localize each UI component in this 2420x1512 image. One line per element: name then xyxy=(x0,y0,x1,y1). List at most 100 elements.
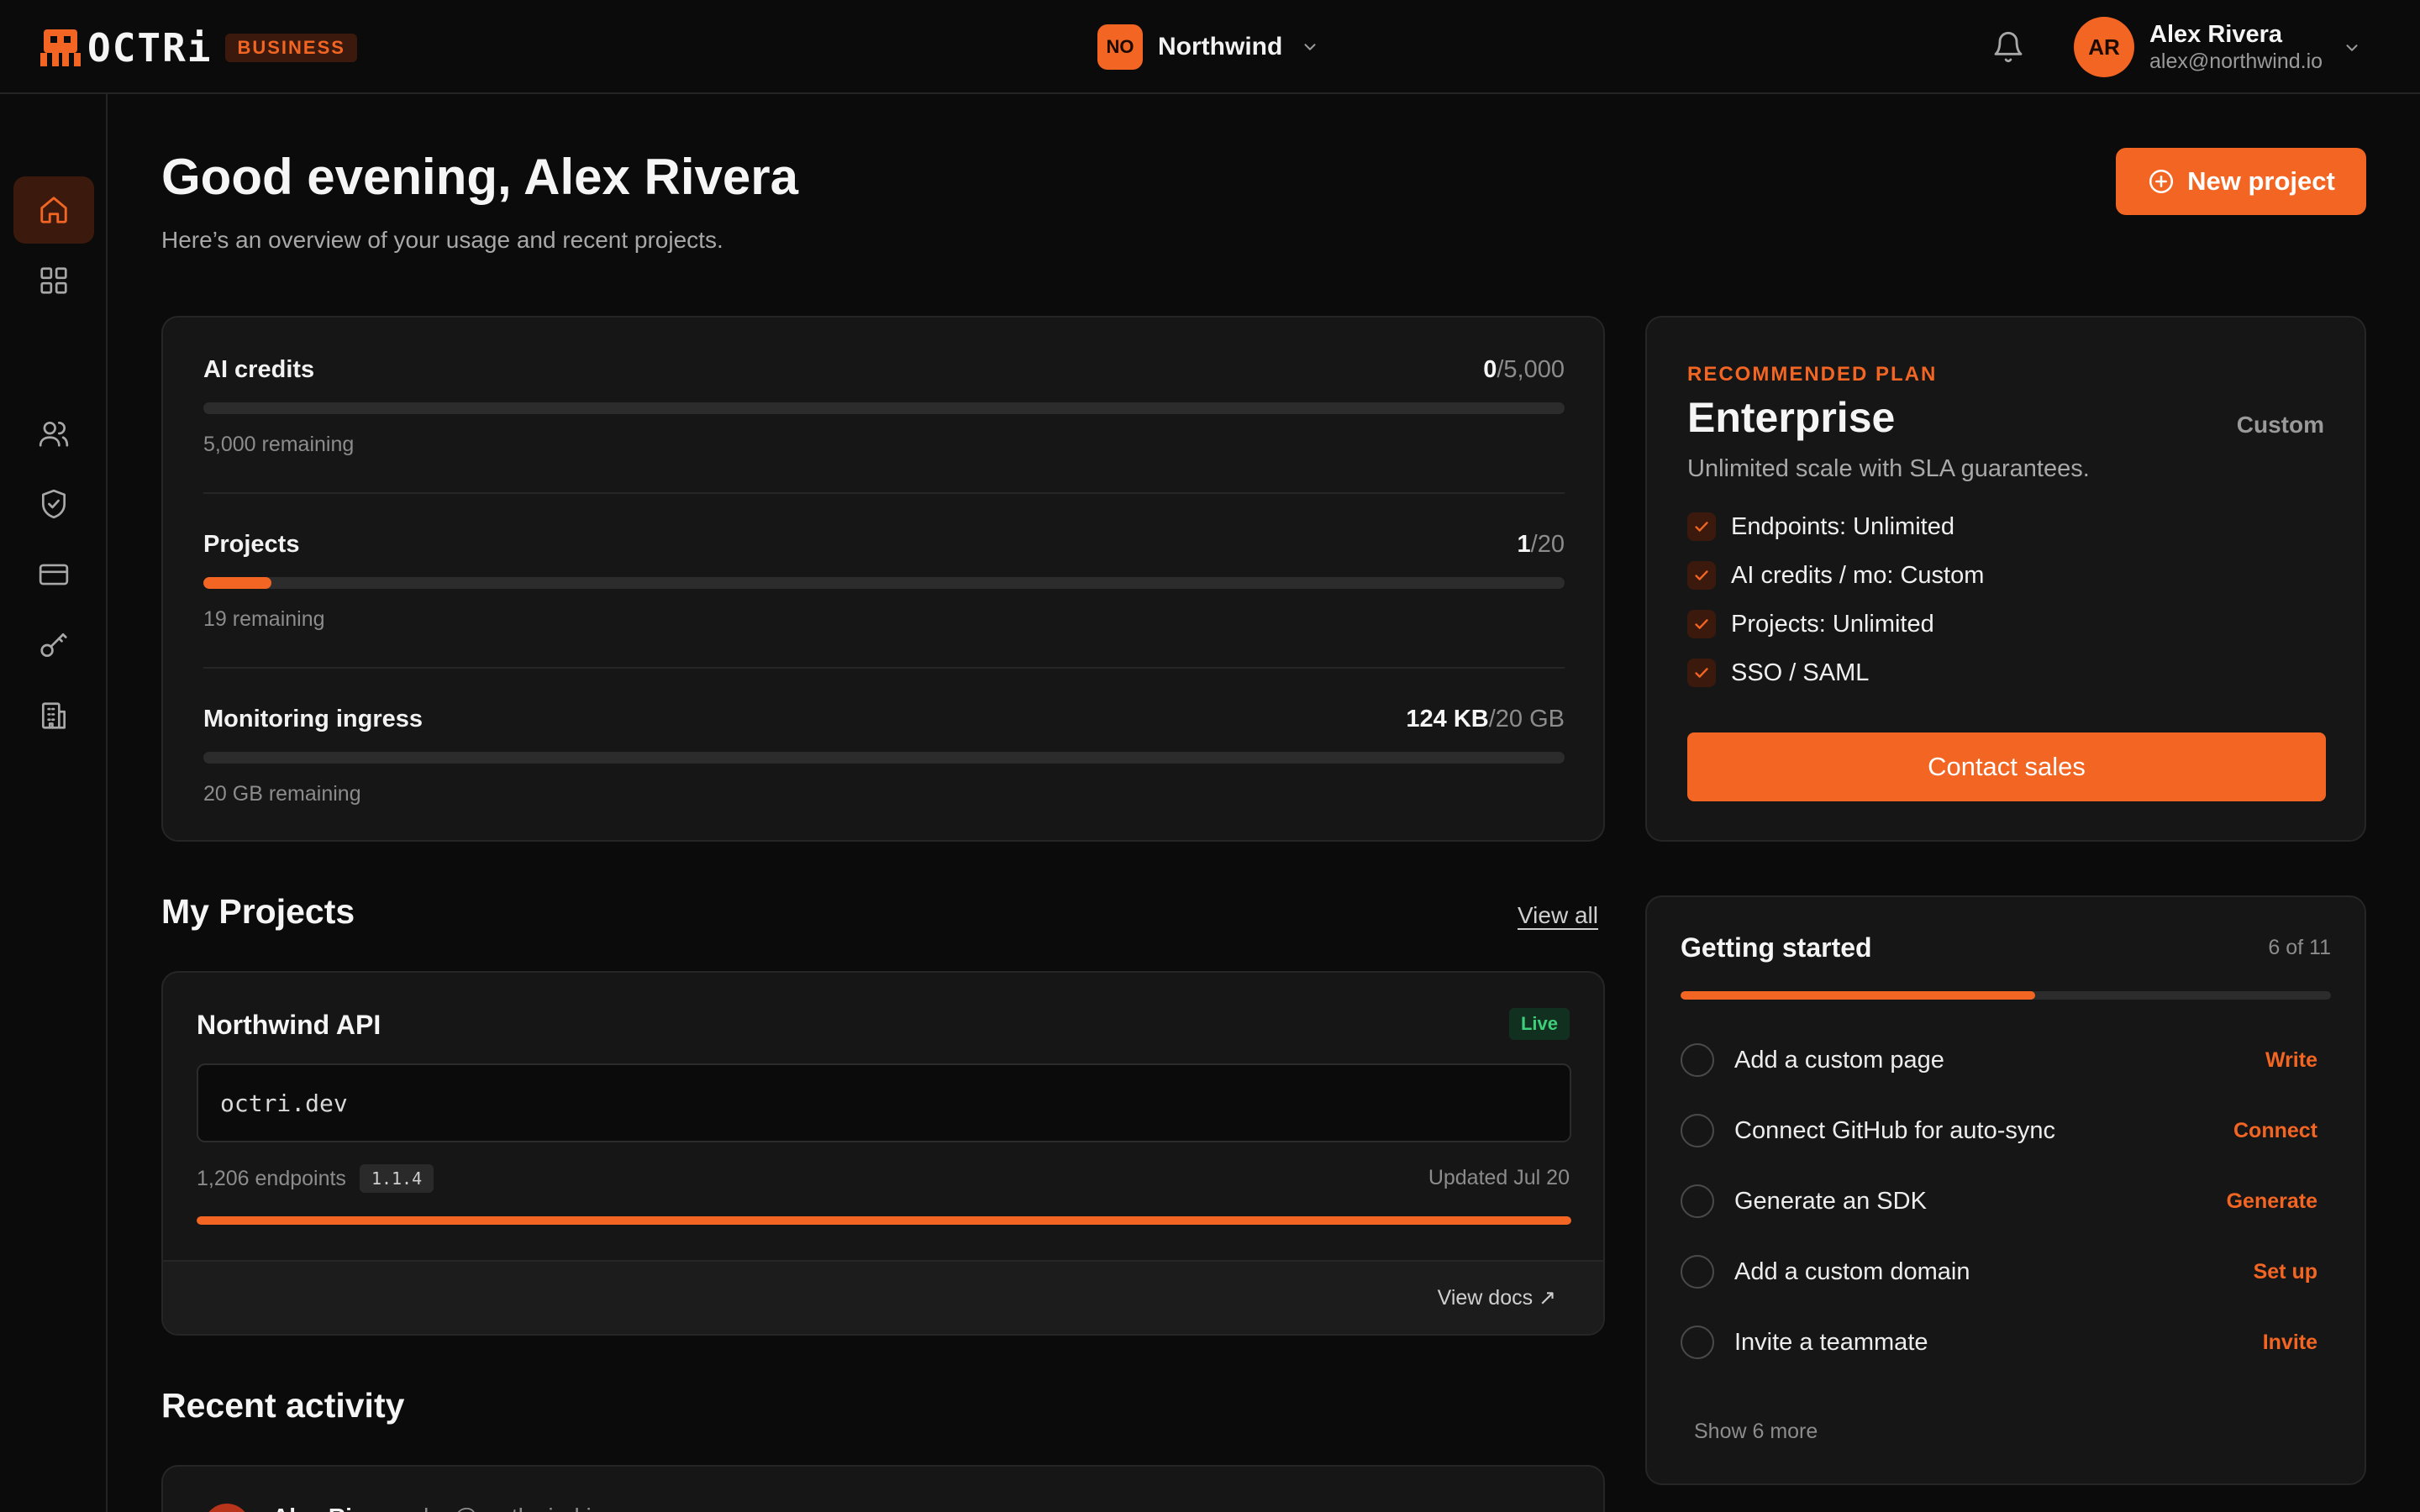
user-email: alex@northwind.io xyxy=(2149,50,2323,73)
checklist-label: Connect GitHub for auto-sync xyxy=(1734,1116,2056,1144)
shield-icon xyxy=(41,489,66,519)
usage-meter-monitoring: Monitoring ingress 124 KB/20 GB 20 GB re… xyxy=(203,706,1565,806)
view-docs-link[interactable]: View docs ↗ xyxy=(1438,1285,1556,1310)
plus-circle-icon xyxy=(2149,169,2174,194)
grid-icon xyxy=(40,267,67,294)
checkbox-circle-icon[interactable] xyxy=(1681,1114,1714,1147)
checklist-label: Add a custom domain xyxy=(1734,1257,1970,1285)
sidebar-item-home[interactable] xyxy=(13,176,94,244)
progress-track xyxy=(203,752,1565,764)
activity-section-title: Recent activity xyxy=(161,1386,405,1425)
sidebar-item-organization[interactable] xyxy=(13,682,94,749)
meter-remaining: 19 remaining xyxy=(203,607,325,631)
usage-meter-projects: Projects 1/20 19 remaining xyxy=(203,531,1565,632)
sidebar-item-api-keys[interactable] xyxy=(13,612,94,679)
plan-feature: SSO / SAML xyxy=(1687,659,1869,687)
progress-track xyxy=(203,577,1565,589)
getting-started-count: 6 of 11 xyxy=(2268,936,2331,959)
sidebar-item-billing[interactable] xyxy=(13,541,94,608)
getting-started-progress xyxy=(1681,991,2331,1000)
project-meta: 1,206 endpoints 1.1.4 xyxy=(197,1164,434,1193)
chevron-down-icon xyxy=(2346,45,2358,51)
sidebar-item-security[interactable] xyxy=(13,470,94,538)
avatar: AR xyxy=(2074,17,2134,77)
avatar xyxy=(203,1504,250,1512)
endpoint-count: 1,206 endpoints xyxy=(197,1166,346,1190)
project-card[interactable]: Northwind API Live octri.dev 1,206 endpo… xyxy=(161,971,1605,1336)
project-name: Northwind API xyxy=(197,1010,381,1040)
plan-feature: AI credits / mo: Custom xyxy=(1687,561,1984,590)
top-header: OCTRi BUSINESS NO Northwind AR Alex Rive… xyxy=(0,0,2420,94)
home-icon xyxy=(40,197,67,223)
key-icon xyxy=(40,633,67,658)
project-updated: Updated Jul 20 xyxy=(1428,1166,1570,1189)
getting-started-title: Getting started xyxy=(1681,932,1872,963)
usage-card: AI credits 0/5,000 5,000 remaining Proje… xyxy=(161,316,1605,842)
meter-label: AI credits xyxy=(203,356,315,383)
checklist-item[interactable]: Add a custom page Write xyxy=(1681,1042,2331,1079)
view-all-projects-link[interactable]: View all xyxy=(1518,902,1598,929)
version-badge: 1.1.4 xyxy=(359,1164,434,1193)
brand-name: OCTRi xyxy=(87,25,213,71)
recommended-plan-card: RECOMMENDED PLAN Enterprise Custom Unlim… xyxy=(1645,316,2366,842)
new-project-label: New project xyxy=(2187,166,2335,196)
project-progress-track xyxy=(197,1216,1571,1225)
getting-started-card: Getting started 6 of 11 Add a custom pag… xyxy=(1645,895,2366,1485)
checklist-item[interactable]: Add a custom domain Set up xyxy=(1681,1253,2331,1290)
activity-card: Alex Riveraalex@northwind.io xyxy=(161,1465,1605,1512)
checkbox-circle-icon[interactable] xyxy=(1681,1043,1714,1077)
progress-fill xyxy=(203,577,271,589)
checklist-label: Invite a teammate xyxy=(1734,1328,1928,1356)
users-icon xyxy=(39,421,69,447)
chevron-down-icon xyxy=(1304,44,1316,50)
plan-description: Unlimited scale with SLA guarantees. xyxy=(1687,455,2090,482)
progress-fill xyxy=(1681,991,2035,1000)
projects-section-title: My Projects xyxy=(161,892,355,931)
checklist-item[interactable]: Invite a teammate Invite xyxy=(1681,1324,2331,1361)
meter-value: 1/20 xyxy=(1517,531,1565,558)
sidebar-item-team[interactable] xyxy=(13,400,94,467)
checklist-label: Add a custom page xyxy=(1734,1046,1944,1074)
plan-feature: Endpoints: Unlimited xyxy=(1687,512,1954,541)
org-name: Northwind xyxy=(1158,33,1283,60)
plan-feature: Projects: Unlimited xyxy=(1687,610,1934,638)
contact-sales-button[interactable]: Contact sales xyxy=(1687,732,2326,801)
org-switcher[interactable]: NO Northwind xyxy=(1097,24,1319,71)
activity-item: Alex Riveraalex@northwind.io xyxy=(272,1504,604,1512)
plan-eyebrow: RECOMMENDED PLAN xyxy=(1687,363,1938,386)
checkbox-circle-icon[interactable] xyxy=(1681,1255,1714,1289)
checklist-item[interactable]: Connect GitHub for auto-sync Connect xyxy=(1681,1112,2331,1149)
plan-name: Enterprise xyxy=(1687,394,1896,441)
checklist-action[interactable]: Connect xyxy=(2233,1119,2317,1143)
user-menu[interactable]: AR Alex Rivera alex@northwind.io xyxy=(2074,17,2358,77)
sidebar xyxy=(0,94,108,1512)
page-title: Good evening, Alex Rivera xyxy=(161,149,798,205)
new-project-button[interactable]: New project xyxy=(2116,148,2366,215)
checklist-action[interactable]: Write xyxy=(2265,1048,2317,1073)
check-icon xyxy=(1687,610,1716,638)
project-domain[interactable]: octri.dev xyxy=(197,1063,1571,1142)
brand-logo[interactable]: OCTRi BUSINESS xyxy=(39,25,357,71)
page-subtitle: Here’s an overview of your usage and rec… xyxy=(161,227,723,253)
bell-icon[interactable] xyxy=(1991,30,2025,64)
checklist-item[interactable]: Generate an SDK Generate xyxy=(1681,1183,2331,1220)
user-name: Alex Rivera xyxy=(2149,21,2282,48)
progress-track xyxy=(203,402,1565,414)
checklist-action[interactable]: Generate xyxy=(2227,1189,2317,1214)
checklist-action[interactable]: Set up xyxy=(2254,1260,2317,1284)
check-icon xyxy=(1687,561,1716,590)
progress-fill xyxy=(197,1216,1571,1225)
sidebar-item-apps[interactable] xyxy=(13,247,94,314)
plan-badge: BUSINESS xyxy=(225,34,357,62)
meter-remaining: 5,000 remaining xyxy=(203,433,355,456)
checklist-label: Generate an SDK xyxy=(1734,1187,1927,1215)
checkbox-circle-icon[interactable] xyxy=(1681,1184,1714,1218)
check-icon xyxy=(1687,512,1716,541)
meter-label: Monitoring ingress xyxy=(203,706,423,732)
show-more-link[interactable]: Show 6 more xyxy=(1694,1420,1818,1444)
meter-label: Projects xyxy=(203,531,300,558)
checkbox-circle-icon[interactable] xyxy=(1681,1326,1714,1359)
checklist-action[interactable]: Invite xyxy=(2263,1331,2317,1355)
meter-remaining: 20 GB remaining xyxy=(203,782,361,806)
credit-card-icon xyxy=(39,564,69,585)
